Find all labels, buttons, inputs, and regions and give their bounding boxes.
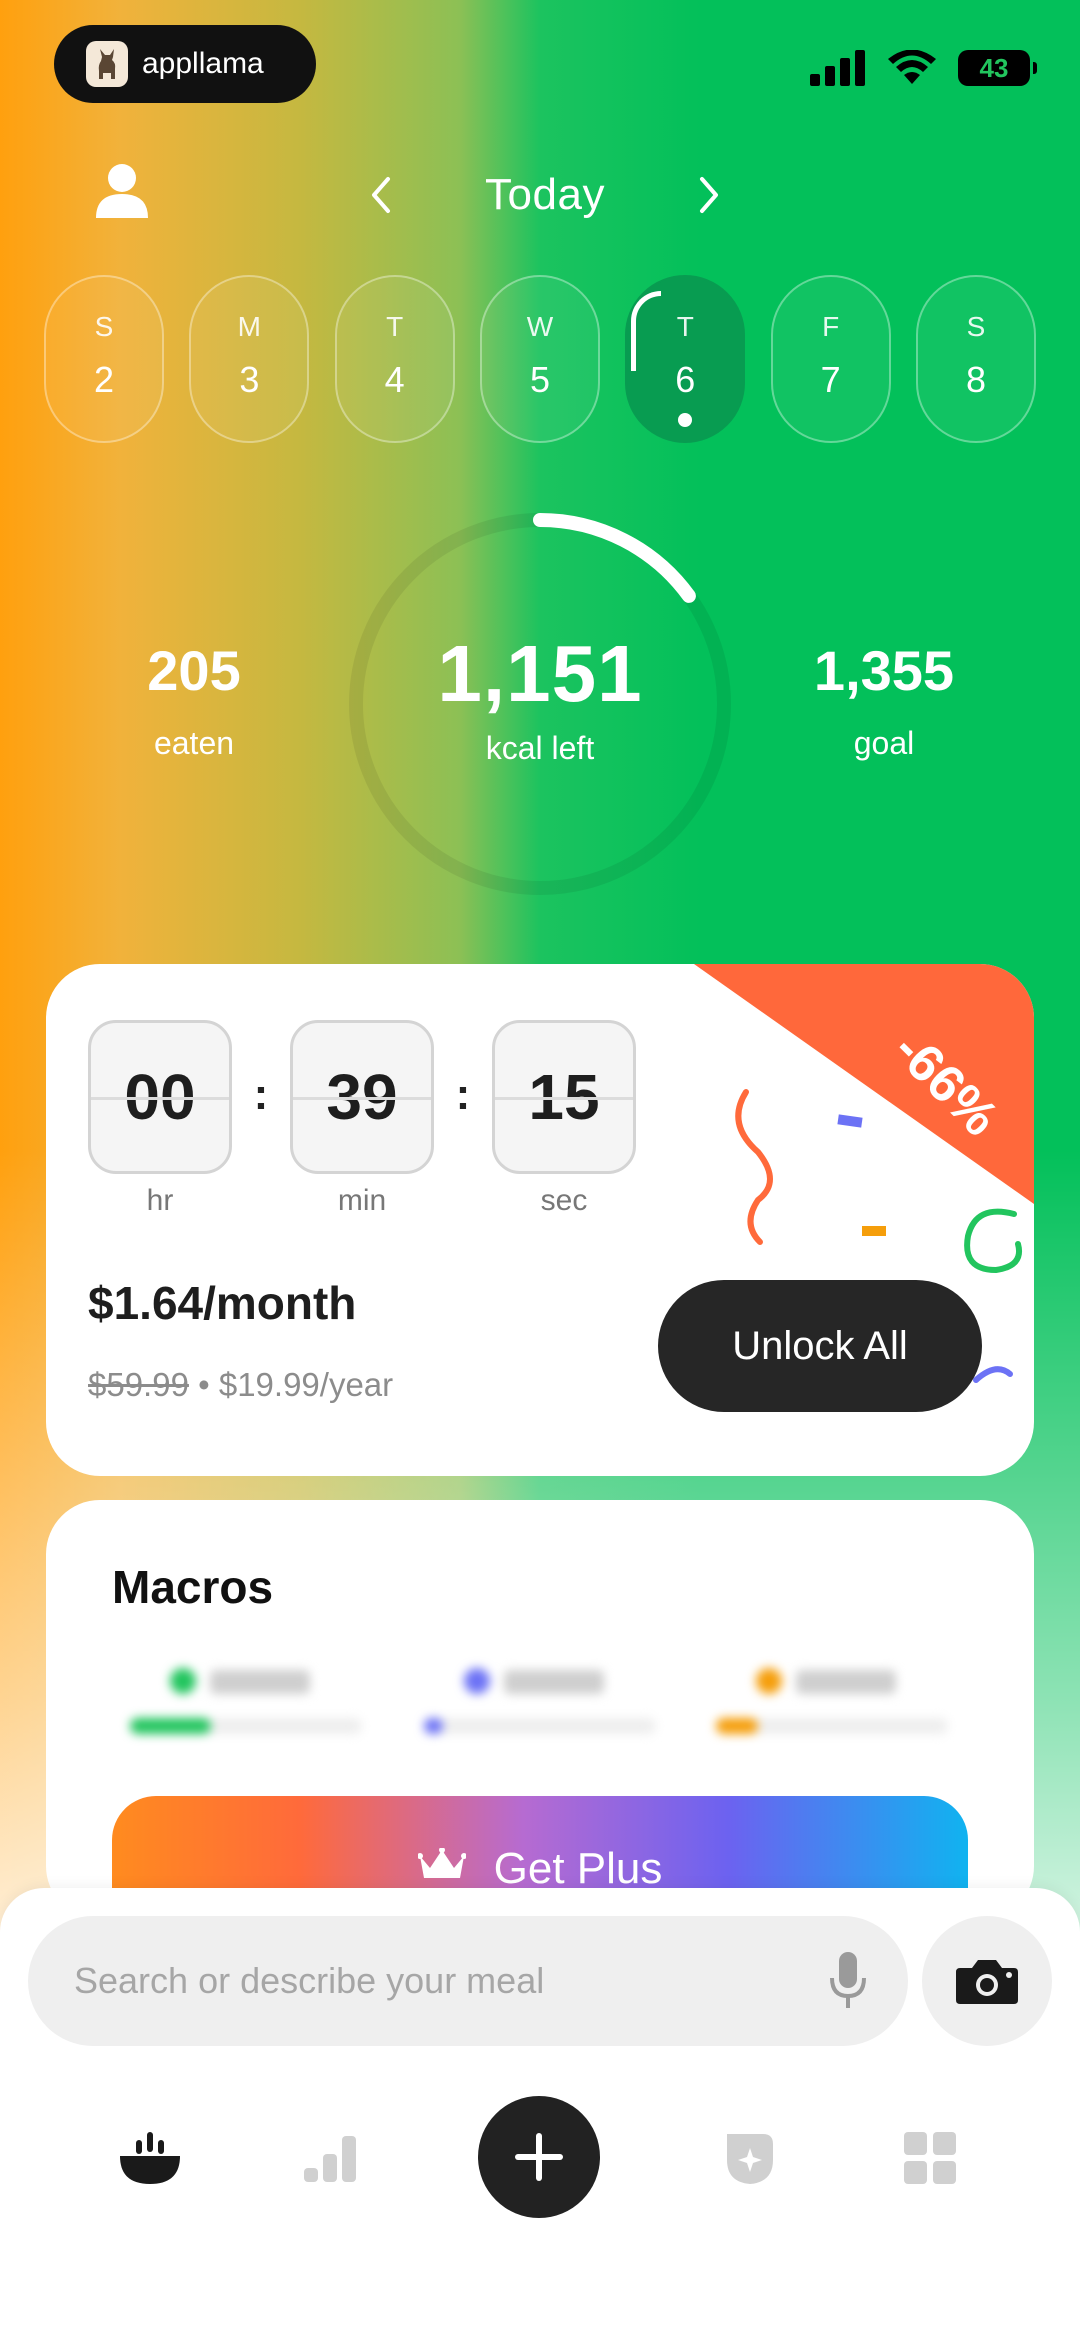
day-date: 7 [820,359,841,400]
battery-indicator: 43 [958,50,1037,86]
timer-hours-label: hr [146,1184,174,1217]
day-date: 8 [965,359,986,400]
macro-carbs [424,1668,656,1738]
selected-day-dot [678,413,693,427]
countdown-timer: 00 hr : 39 min : 15 sec [88,1020,636,1218]
day-of-week: W [526,311,554,342]
day-of-week: F [822,311,840,342]
day-fri[interactable]: F7 [770,275,891,443]
bowl-icon [120,2132,180,2184]
week-strip: S2 M3 T4 W5 T6 F7 S8 [44,275,1036,443]
chevron-left-icon [372,177,390,213]
day-date: 6 [675,359,696,400]
tab-stats[interactable] [270,2098,390,2218]
signal-icon [810,50,865,86]
macro-protein [130,1668,362,1738]
discount-ribbon: -66% [694,964,1034,1304]
day-wed[interactable]: W5 [479,275,600,443]
app-badge[interactable]: appllama [54,25,316,103]
tab-bar [0,2096,1080,2238]
microphone-icon[interactable] [828,1950,868,2012]
previous-day-button[interactable] [360,175,400,215]
day-of-week: S [94,311,114,342]
day-of-week: T [676,311,694,342]
timer-minutes: 39 [290,1020,434,1174]
day-of-week: M [237,311,261,342]
day-sat[interactable]: S8 [915,275,1036,443]
tab-diary[interactable] [90,2098,210,2218]
day-sun[interactable]: S2 [44,275,164,443]
promo-card: -66% 00 hr : 39 min : 15 sec $1.64/month… [46,964,1034,1476]
date-navigator: Today [360,160,730,230]
page-title: Today [485,170,605,219]
day-date: 3 [239,359,260,400]
price-separator: • [198,1366,210,1403]
goal-stat: 1,355 goal [754,638,1014,762]
timer-minutes-label: min [337,1184,387,1217]
wifi-icon [888,50,936,84]
kcal-left-value: 1,151 [437,629,643,718]
tab-achievements[interactable] [690,2098,810,2218]
macros-card: Macros Get Plus [46,1500,1034,1920]
day-thu-selected[interactable]: T6 [625,275,746,443]
battery-level: 43 [979,52,1009,83]
timer-separator: : [253,1070,269,1119]
eaten-value: 205 [147,639,241,702]
bar-chart-icon [304,2136,356,2182]
goal-label: goal [853,725,915,761]
crown-icon [417,1848,466,1878]
get-plus-label: Get Plus [493,1844,663,1893]
macros-title: Macros [112,1561,274,1613]
kcal-left-label: kcal left [485,730,595,766]
day-tue[interactable]: T4 [334,275,455,443]
tab-more[interactable] [870,2098,990,2218]
plus-icon [515,2133,563,2181]
old-price: $59.99 [88,1366,189,1403]
llama-icon [86,41,128,87]
day-mon[interactable]: M3 [189,275,310,443]
profile-button[interactable] [92,160,152,220]
user-icon [96,164,148,218]
day-of-week: T [386,311,404,342]
timer-separator: : [455,1070,471,1119]
add-button[interactable] [478,2096,600,2218]
day-of-week: S [966,311,986,342]
meal-search-input[interactable] [72,1959,776,2003]
monthly-price: $1.64/month [88,1277,357,1329]
camera-button[interactable] [922,1916,1052,2046]
chevron-right-icon [699,177,718,213]
day-date: 2 [93,359,115,400]
grid-icon [904,2132,956,2184]
eaten-label: eaten [153,725,235,761]
camera-icon [956,1960,1018,2004]
timer-hours: 00 [88,1020,232,1174]
macro-fat [716,1668,948,1738]
eaten-stat: 205 eaten [64,638,324,762]
timer-seconds-label: sec [540,1184,588,1217]
badge-sparkle-icon [727,2134,773,2184]
day-date: 4 [384,359,405,400]
day-date: 5 [529,359,550,400]
bottom-sheet [0,1888,1080,2337]
day-progress-arc [631,291,662,371]
unlock-all-button[interactable]: Unlock All [658,1280,982,1412]
yearly-price: $19.99/year [218,1366,394,1403]
timer-seconds: 15 [492,1020,636,1174]
next-day-button[interactable] [690,175,730,215]
kcal-left-stat: 1,151 kcal left [346,628,734,767]
app-badge-label: appllama [142,47,264,80]
goal-value: 1,355 [813,639,955,702]
yearly-pricing: $59.99 • $19.99/year [88,1366,393,1404]
meal-search-bar [28,1916,908,2046]
